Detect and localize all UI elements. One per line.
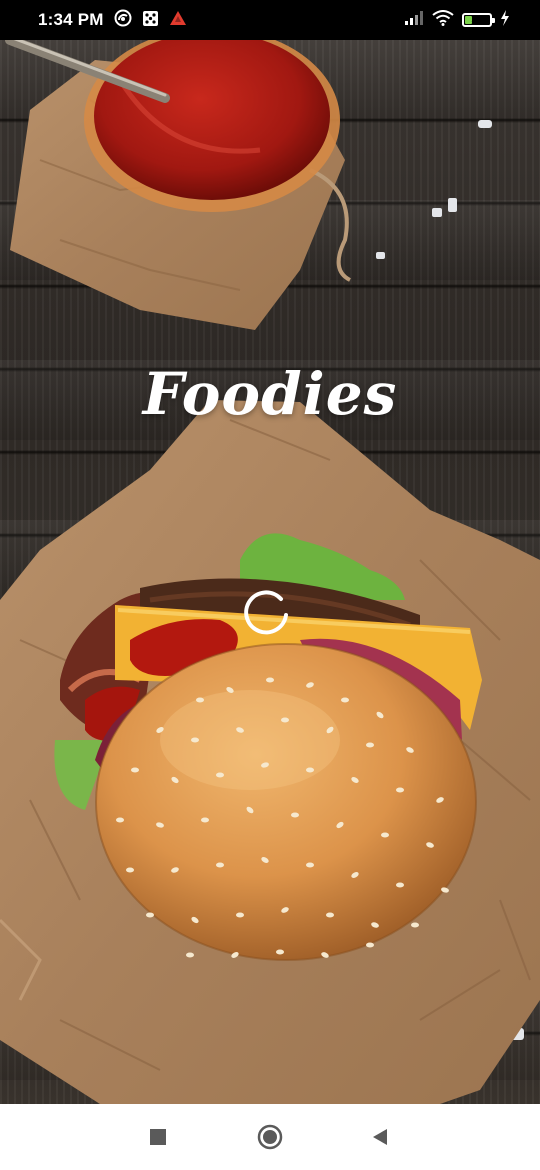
status-left: 1:34 PM [38,0,187,40]
signal-icon [404,10,424,30]
dice-icon [142,10,159,31]
app-title: Foodies [142,360,398,428]
triangle-back-icon [373,1129,387,1145]
loading-spinner [244,590,288,635]
recents-button[interactable] [128,1104,188,1170]
food-illustration [0,40,540,1104]
vpn-icon [114,9,132,31]
home-button[interactable] [240,1104,300,1170]
charging-icon [500,10,510,30]
status-right: 29 [404,0,510,40]
battery-level: 29 [471,14,483,25]
navigation-bar [0,1104,540,1170]
wifi-icon [432,10,454,30]
back-button[interactable] [350,1104,410,1170]
app-alert-icon [169,10,187,30]
battery-icon: 29 [462,13,495,27]
status-bar: 1:34 PM 29 [0,0,540,40]
circle-icon [257,1124,283,1150]
status-time: 1:34 PM [38,10,104,29]
square-icon [150,1129,166,1145]
splash-background: Foodies [0,40,540,1104]
